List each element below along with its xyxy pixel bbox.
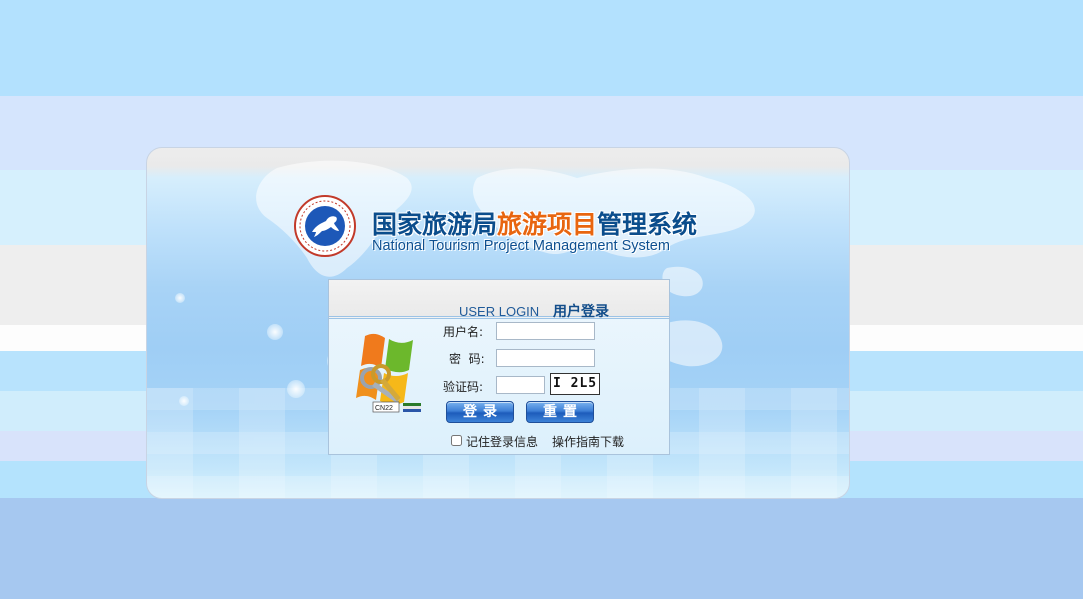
keys-badge-text: CN22 bbox=[375, 405, 393, 412]
remember-label: 记住登录信息 bbox=[466, 435, 539, 449]
username-input[interactable] bbox=[496, 322, 595, 340]
title-cn-prefix: 国家旅游局 bbox=[372, 210, 498, 239]
remember-checkbox[interactable] bbox=[451, 435, 462, 446]
page-title-cn: 国家旅游局旅游项目管理系统 bbox=[372, 205, 697, 241]
login-heading-en: USER LOGIN bbox=[459, 304, 540, 319]
login-form: USER LOGIN 用户登录 CN22 用户名: 密 码: 验证码: I 2L… bbox=[328, 279, 670, 455]
captcha-label: 验证码: bbox=[443, 380, 484, 394]
password-input[interactable] bbox=[496, 349, 595, 367]
login-header: USER LOGIN 用户登录 bbox=[329, 280, 669, 320]
captcha-input[interactable] bbox=[496, 376, 545, 394]
password-label: 密 码: bbox=[449, 352, 485, 366]
login-button[interactable]: 登录 bbox=[446, 401, 514, 423]
username-label: 用户名: bbox=[443, 325, 484, 339]
bubble bbox=[175, 293, 185, 303]
guide-download-link[interactable]: 操作指南下载 bbox=[552, 433, 624, 450]
bg-band bbox=[0, 0, 1083, 96]
bubble bbox=[287, 380, 305, 398]
page-title-en: National Tourism Project Management Syst… bbox=[372, 238, 670, 254]
bubble bbox=[267, 324, 283, 340]
title-cn-highlight: 旅游项目 bbox=[497, 210, 598, 239]
windows-keys-icon: CN22 bbox=[356, 333, 421, 413]
bg-band bbox=[0, 498, 1083, 599]
captcha-image-text: I 2L5 bbox=[553, 376, 598, 391]
reset-button[interactable]: 重置 bbox=[526, 401, 594, 423]
horse-emblem-icon bbox=[294, 195, 356, 257]
captcha-image[interactable]: I 2L5 bbox=[550, 373, 600, 395]
bubble bbox=[179, 396, 189, 406]
login-heading-cn: 用户登录 bbox=[553, 304, 609, 320]
login-panel: 国家旅游局旅游项目管理系统 National Tourism Project M… bbox=[146, 147, 850, 499]
title-cn-suffix: 管理系统 bbox=[597, 210, 698, 239]
